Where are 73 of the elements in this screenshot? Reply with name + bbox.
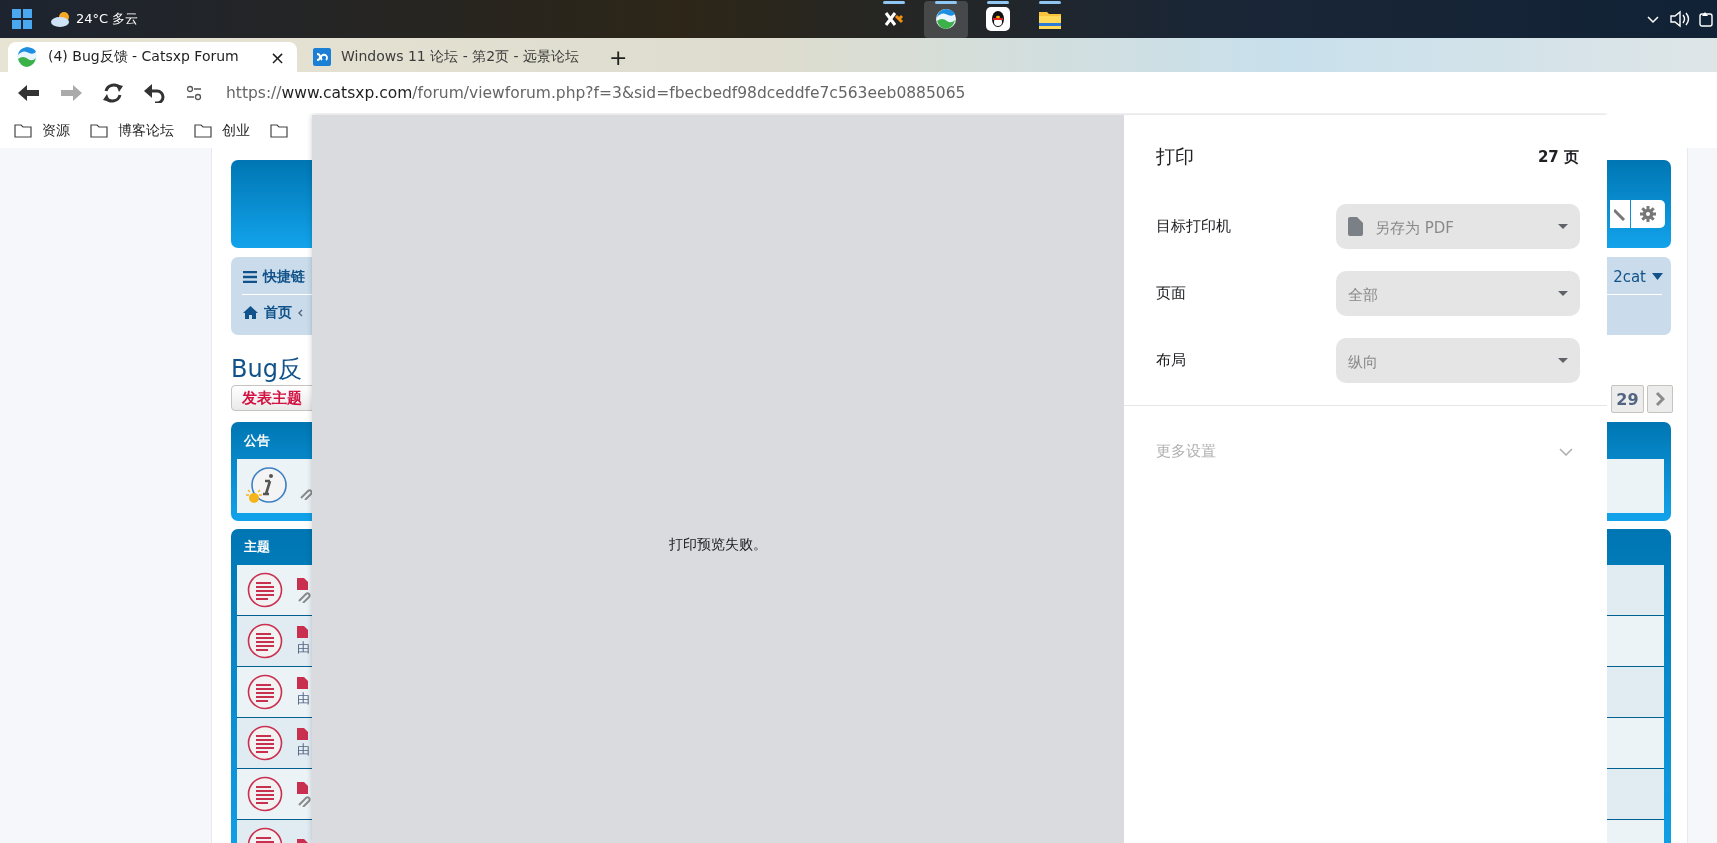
folder-icon — [90, 123, 108, 138]
forum-title[interactable]: Bug反 — [231, 353, 312, 385]
topic-icon — [247, 725, 283, 761]
folder-icon — [194, 123, 212, 138]
back-arrow-icon[interactable] — [18, 83, 40, 102]
bookmark-folder[interactable]: 资源 — [14, 121, 70, 140]
taskbar-app[interactable] — [924, 0, 968, 38]
folder-icon — [270, 123, 288, 138]
dropdown-arrow-icon — [1558, 358, 1568, 363]
paperclip-icon — [297, 794, 311, 807]
browser-tab[interactable]: (4) Bug反馈 - Catsxp Forum × — [8, 42, 297, 72]
site-settings-icon[interactable] — [186, 84, 202, 101]
panel-header: 公告 — [244, 431, 270, 450]
speaker-icon[interactable] — [1669, 10, 1691, 28]
document-icon — [297, 676, 308, 689]
close-tab-button[interactable]: × — [269, 46, 285, 68]
page-count: 27 页 — [1537, 147, 1579, 167]
topic-icon — [247, 572, 283, 608]
settings-button[interactable] — [1631, 200, 1665, 228]
document-icon — [297, 727, 308, 740]
quick-links-menu[interactable]: 快捷链 — [263, 267, 305, 286]
chevron-left-icon — [298, 308, 303, 317]
page-link[interactable]: 29 — [1611, 385, 1644, 413]
author-byline: 由 — [297, 689, 310, 708]
weather-text[interactable]: 24°C 多云 — [76, 10, 139, 28]
undo-arrow-icon[interactable] — [144, 82, 166, 103]
settings-icon — [1640, 206, 1656, 222]
setting-label: 目标打印机 — [1156, 217, 1232, 236]
topic-row[interactable]: 由 — [237, 718, 312, 769]
topic-row[interactable]: 由 — [237, 667, 312, 718]
dropdown-arrow-icon — [1558, 291, 1568, 296]
topic-row[interactable] — [237, 565, 312, 616]
bookmark-folder[interactable]: 创业 — [194, 121, 250, 140]
author-byline: 由 — [297, 638, 310, 657]
topic-icon — [247, 776, 283, 812]
chevron-right-icon — [1655, 391, 1665, 407]
setting-label: 布局 — [1156, 351, 1187, 370]
panel-header: 主题 — [244, 538, 270, 556]
browser-icon — [935, 8, 957, 30]
browser-tab[interactable]: Windows 11 论坛 - 第2页 - 远景论坛 — [305, 42, 592, 72]
username-menu[interactable]: 2cat — [1613, 267, 1646, 286]
site-logo-icon — [16, 46, 38, 68]
home-link[interactable]: 首页 — [264, 303, 292, 322]
dialog-title: 打印 — [1156, 144, 1194, 169]
dropdown-arrow-icon — [1558, 224, 1568, 229]
new-tab-button[interactable]: + — [599, 42, 638, 72]
topic-icon — [247, 623, 283, 659]
qq-icon — [986, 7, 1010, 31]
weather-icon — [50, 10, 72, 28]
new-topic-button[interactable]: 发表主题 — [231, 385, 312, 411]
menu-icon[interactable] — [243, 270, 257, 283]
document-icon — [297, 781, 308, 794]
next-page-button[interactable] — [1647, 385, 1673, 413]
document-icon — [297, 625, 308, 638]
author-byline: 由 — [297, 740, 310, 759]
setting-label: 页面 — [1156, 284, 1187, 303]
reload-icon[interactable] — [102, 81, 124, 104]
topic-row[interactable]: 由 — [237, 616, 312, 667]
paperclip-icon — [299, 488, 312, 500]
topic-icon — [247, 674, 283, 710]
caret-down-icon[interactable] — [1652, 273, 1663, 280]
bookmark-folder[interactable]: 博客论坛 — [90, 121, 174, 140]
search-button[interactable] — [1610, 200, 1630, 228]
document-icon — [1348, 217, 1363, 236]
topic-row[interactable] — [237, 769, 312, 820]
windows-logo-icon[interactable] — [12, 9, 32, 29]
paperclip-icon — [297, 590, 311, 603]
preview-error-message: 打印预览失败。 — [669, 536, 767, 554]
folder-icon — [14, 123, 32, 138]
home-icon[interactable] — [243, 306, 258, 319]
document-icon — [297, 577, 308, 590]
site-logo-icon — [313, 48, 331, 66]
url-field[interactable]: https://www.catsxp.com/forum/viewforum.php?f=3&sid=fbecbedf98dceddfe7c563eeb0885065 — [226, 83, 966, 102]
